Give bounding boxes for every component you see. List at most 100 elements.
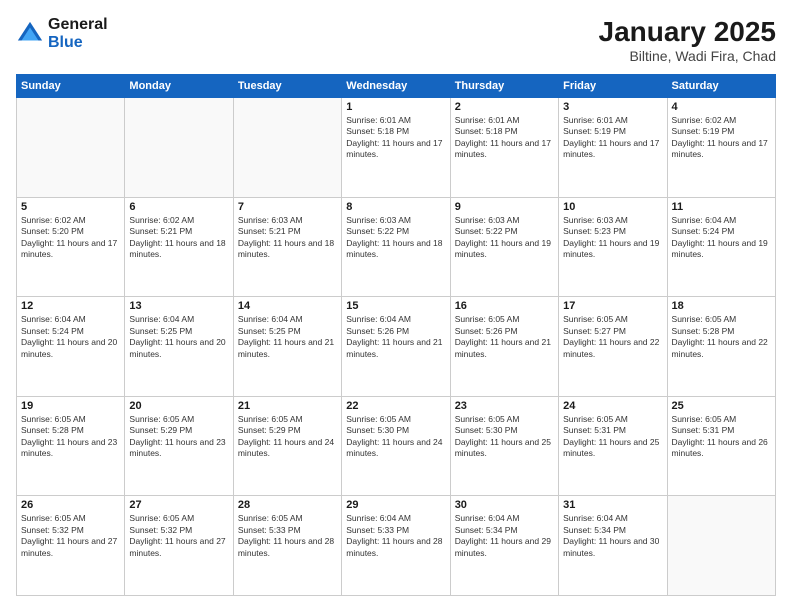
calendar-cell: 27 Sunrise: 6:05 AM Sunset: 5:32 PM Dayli… (125, 496, 233, 596)
day-info: Sunrise: 6:02 AM Sunset: 5:19 PM Dayligh… (672, 115, 771, 161)
calendar-cell: 19 Sunrise: 6:05 AM Sunset: 5:28 PM Dayli… (17, 396, 125, 496)
calendar-cell: 7Sunrise: 6:03 AM Sunset: 5:21 PM Daylig… (233, 197, 341, 297)
day-info: Sunrise: 6:05 AM Sunset: 5:30 PM Dayligh… (346, 414, 445, 460)
day-number: 3 (563, 101, 662, 113)
calendar-cell: 17Sunrise: 6:05 AM Sunset: 5:27 PM Dayli… (559, 297, 667, 397)
calendar-week-1: 5 Sunrise: 6:02 AM Sunset: 5:20 PM Daylig… (17, 197, 776, 297)
calendar-cell: 28Sunrise: 6:05 AM Sunset: 5:33 PM Dayli… (233, 496, 341, 596)
day-number: 10 (563, 201, 662, 213)
calendar-week-4: 26Sunrise: 6:05 AM Sunset: 5:32 PM Dayli… (17, 496, 776, 596)
day-info: Sunrise: 6:01 AM Sunset: 5:18 PM Dayligh… (455, 115, 554, 161)
day-info: Sunrise: 6:05 AM Sunset: 5:31 PM Dayligh… (563, 414, 662, 460)
main-title: January 2025 (599, 16, 776, 48)
day-number: 12 (21, 300, 120, 312)
day-number: 15 (346, 300, 445, 312)
day-info: Sunrise: 6:02 AM Sunset: 5:21 PM Dayligh… (129, 215, 228, 261)
calendar-header-row: Sunday Monday Tuesday Wednesday Thursday… (17, 75, 776, 98)
day-info: Sunrise: 6:05 AM Sunset: 5:28 PM Dayligh… (672, 314, 771, 360)
day-info: Sunrise: 6:03 AM Sunset: 5:23 PM Dayligh… (563, 215, 662, 261)
calendar-week-3: 19 Sunrise: 6:05 AM Sunset: 5:28 PM Dayli… (17, 396, 776, 496)
calendar-cell: 22Sunrise: 6:05 AM Sunset: 5:30 PM Dayli… (342, 396, 450, 496)
day-info: Sunrise: 6:02 AM Sunset: 5:20 PM Dayligh… (21, 215, 120, 261)
calendar-table: Sunday Monday Tuesday Wednesday Thursday… (16, 74, 776, 596)
calendar-body: 1 Sunrise: 6:01 AM Sunset: 5:18 PM Daylig… (17, 98, 776, 596)
day-info: Sunrise: 6:04 AM Sunset: 5:25 PM Dayligh… (129, 314, 228, 360)
day-number: 20 (129, 400, 228, 412)
calendar-cell: 13 Sunrise: 6:04 AM Sunset: 5:25 PM Dayli… (125, 297, 233, 397)
calendar-cell: 4 Sunrise: 6:02 AM Sunset: 5:19 PM Daylig… (667, 98, 775, 198)
col-wednesday: Wednesday (342, 75, 450, 98)
day-number: 28 (238, 499, 337, 511)
title-block: January 2025 Biltine, Wadi Fira, Chad (599, 16, 776, 64)
calendar-cell: 20 Sunrise: 6:05 AM Sunset: 5:29 PM Dayli… (125, 396, 233, 496)
day-number: 14 (238, 300, 337, 312)
day-number: 4 (672, 101, 771, 113)
day-number: 11 (672, 201, 771, 213)
day-info: Sunrise: 6:05 AM Sunset: 5:30 PM Dayligh… (455, 414, 554, 460)
calendar-cell: 3 Sunrise: 6:01 AM Sunset: 5:19 PM Daylig… (559, 98, 667, 198)
day-info: Sunrise: 6:05 AM Sunset: 5:27 PM Dayligh… (563, 314, 662, 360)
day-number: 31 (563, 499, 662, 511)
day-info: Sunrise: 6:04 AM Sunset: 5:24 PM Dayligh… (21, 314, 120, 360)
logo-blue: Blue (48, 34, 108, 52)
calendar-cell (233, 98, 341, 198)
day-number: 5 (21, 201, 120, 213)
day-number: 23 (455, 400, 554, 412)
header: General Blue January 2025 Biltine, Wadi … (16, 16, 776, 64)
col-thursday: Thursday (450, 75, 558, 98)
calendar-cell: 6 Sunrise: 6:02 AM Sunset: 5:21 PM Daylig… (125, 197, 233, 297)
calendar-week-0: 1 Sunrise: 6:01 AM Sunset: 5:18 PM Daylig… (17, 98, 776, 198)
day-number: 25 (672, 400, 771, 412)
calendar-cell: 23 Sunrise: 6:05 AM Sunset: 5:30 PM Dayli… (450, 396, 558, 496)
calendar-cell (17, 98, 125, 198)
calendar-cell: 30 Sunrise: 6:04 AM Sunset: 5:34 PM Dayli… (450, 496, 558, 596)
calendar-cell: 5 Sunrise: 6:02 AM Sunset: 5:20 PM Daylig… (17, 197, 125, 297)
calendar-cell: 2 Sunrise: 6:01 AM Sunset: 5:18 PM Daylig… (450, 98, 558, 198)
calendar-cell: 16Sunrise: 6:05 AM Sunset: 5:26 PM Dayli… (450, 297, 558, 397)
day-number: 6 (129, 201, 228, 213)
day-number: 13 (129, 300, 228, 312)
day-number: 30 (455, 499, 554, 511)
day-number: 1 (346, 101, 445, 113)
calendar-cell: 15 Sunrise: 6:04 AM Sunset: 5:26 PM Dayli… (342, 297, 450, 397)
calendar-cell: 26Sunrise: 6:05 AM Sunset: 5:32 PM Dayli… (17, 496, 125, 596)
subtitle: Biltine, Wadi Fira, Chad (599, 48, 776, 64)
day-info: Sunrise: 6:04 AM Sunset: 5:34 PM Dayligh… (563, 513, 662, 559)
calendar-cell: 21Sunrise: 6:05 AM Sunset: 5:29 PM Dayli… (233, 396, 341, 496)
calendar-cell (125, 98, 233, 198)
calendar-week-2: 12 Sunrise: 6:04 AM Sunset: 5:24 PM Dayli… (17, 297, 776, 397)
calendar-cell: 25 Sunrise: 6:05 AM Sunset: 5:31 PM Dayli… (667, 396, 775, 496)
day-number: 19 (21, 400, 120, 412)
day-info: Sunrise: 6:04 AM Sunset: 5:26 PM Dayligh… (346, 314, 445, 360)
calendar-cell: 11Sunrise: 6:04 AM Sunset: 5:24 PM Dayli… (667, 197, 775, 297)
calendar-cell: 10 Sunrise: 6:03 AM Sunset: 5:23 PM Dayli… (559, 197, 667, 297)
day-number: 27 (129, 499, 228, 511)
day-info: Sunrise: 6:03 AM Sunset: 5:21 PM Dayligh… (238, 215, 337, 261)
day-info: Sunrise: 6:05 AM Sunset: 5:32 PM Dayligh… (129, 513, 228, 559)
day-info: Sunrise: 6:04 AM Sunset: 5:34 PM Dayligh… (455, 513, 554, 559)
day-info: Sunrise: 6:05 AM Sunset: 5:32 PM Dayligh… (21, 513, 120, 559)
day-number: 18 (672, 300, 771, 312)
day-number: 16 (455, 300, 554, 312)
logo: General Blue (16, 16, 108, 51)
day-info: Sunrise: 6:05 AM Sunset: 5:29 PM Dayligh… (129, 414, 228, 460)
logo-icon (16, 20, 44, 48)
calendar-cell: 12 Sunrise: 6:04 AM Sunset: 5:24 PM Dayli… (17, 297, 125, 397)
calendar-cell: 8Sunrise: 6:03 AM Sunset: 5:22 PM Daylig… (342, 197, 450, 297)
calendar-cell (667, 496, 775, 596)
calendar-cell: 18 Sunrise: 6:05 AM Sunset: 5:28 PM Dayli… (667, 297, 775, 397)
calendar-cell: 9Sunrise: 6:03 AM Sunset: 5:22 PM Daylig… (450, 197, 558, 297)
day-info: Sunrise: 6:05 AM Sunset: 5:31 PM Dayligh… (672, 414, 771, 460)
day-info: Sunrise: 6:04 AM Sunset: 5:33 PM Dayligh… (346, 513, 445, 559)
logo-text: General Blue (48, 16, 108, 51)
day-number: 2 (455, 101, 554, 113)
day-info: Sunrise: 6:05 AM Sunset: 5:28 PM Dayligh… (21, 414, 120, 460)
day-number: 24 (563, 400, 662, 412)
calendar-cell: 24 Sunrise: 6:05 AM Sunset: 5:31 PM Dayli… (559, 396, 667, 496)
page: General Blue January 2025 Biltine, Wadi … (0, 0, 792, 612)
calendar-cell: 1Sunrise: 6:01 AM Sunset: 5:18 PM Daylig… (342, 98, 450, 198)
day-number: 21 (238, 400, 337, 412)
day-info: Sunrise: 6:01 AM Sunset: 5:19 PM Dayligh… (563, 115, 662, 161)
col-friday: Friday (559, 75, 667, 98)
calendar-cell: 31 Sunrise: 6:04 AM Sunset: 5:34 PM Dayli… (559, 496, 667, 596)
